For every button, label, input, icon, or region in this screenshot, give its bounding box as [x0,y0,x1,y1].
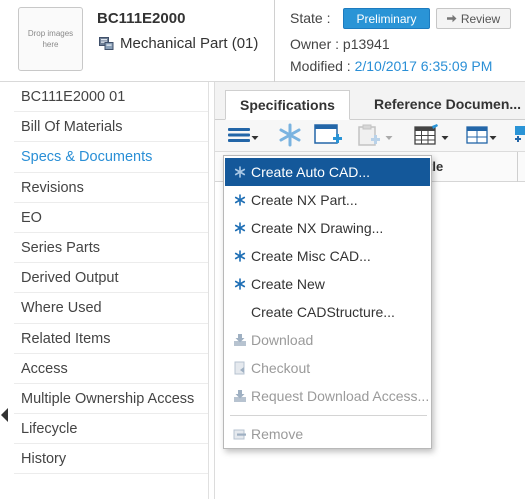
asterisk-icon [233,193,247,207]
sidebar-item-bill-of-materials[interactable]: Bill Of Materials [14,112,208,143]
column-separator[interactable] [517,152,518,182]
actions-menu-button[interactable] [227,123,259,149]
checkout-icon [233,361,247,375]
menu-item-label: Checkout [251,360,311,376]
sidebar-item-revisions[interactable]: Revisions [14,173,208,203]
menu-item-label: Download [251,332,314,348]
menu-item-label: Create New [251,276,325,292]
sidebar-item-multiple-ownership-access[interactable]: Multiple Ownership Access [14,384,208,415]
blank-icon [233,305,247,319]
part-type-label: Mechanical Part (01) [120,35,259,52]
collapse-sidebar-icon[interactable] [1,408,8,422]
menu-item-create-cadstructure[interactable]: Create CADStructure... [225,298,430,326]
toolbar [215,120,525,152]
more-toolbar-button[interactable] [513,123,525,149]
remove-icon [233,427,247,441]
arrow-right-icon [446,12,457,26]
header-divider [274,0,275,82]
asterisk-icon [233,277,247,291]
menu-item-request-download-access[interactable]: Request Download Access... [225,382,430,410]
menu-item-create-auto-cad[interactable]: Create Auto CAD... [225,158,430,186]
table-view-toolbar-button[interactable] [413,123,449,149]
paste-toolbar-button[interactable] [355,123,393,149]
tab-specifications[interactable]: Specifications [225,90,350,120]
tab-reference-documents[interactable]: Reference Documen... [360,90,525,120]
column-layout-toolbar-button[interactable] [465,123,497,149]
modified-label: Modified : [290,58,351,74]
object-header: Drop images here BC111E2000 Mechanical P… [0,0,525,82]
sidebar-item-history[interactable]: History [14,444,208,475]
add-window-toolbar-button[interactable] [313,123,343,149]
drop-images-label: Drop images here [27,29,74,49]
menu-item-label: Create Misc CAD... [251,248,371,264]
chevron-down-icon [385,128,393,144]
sidebar-item-eo[interactable]: EO [14,203,208,233]
table-edit-icon [413,123,441,150]
menu-item-label: Create CADStructure... [251,304,395,320]
image-drop-zone[interactable]: Drop images here [18,7,83,71]
asterisk-icon [233,249,247,263]
modified-row: Modified : 2/10/2017 6:35:09 PM [290,58,492,74]
asterisk-icon [233,221,247,235]
owner-text: Owner : p13941 [290,36,390,52]
sidebar-item-lifecycle[interactable]: Lifecycle [14,414,208,445]
sidebar-item-access[interactable]: Access [14,354,208,384]
tab-bar: Specifications Reference Documen... [215,90,525,120]
asterisk-icon [278,123,302,150]
menu-item-label: Create NX Part... [251,192,358,208]
grid-columns-icon [465,124,489,149]
paste-icon [355,123,385,150]
hamburger-icon [227,126,251,147]
review-button[interactable]: Review [436,8,511,29]
state-label: State : [290,10,331,26]
menu-item-create-misc-cad[interactable]: Create Misc CAD... [225,242,430,270]
menu-item-create-nx-drawing[interactable]: Create NX Drawing... [225,214,430,242]
asterisk-icon [233,165,247,179]
sidebar-item-derived-output[interactable]: Derived Output [14,263,208,294]
chevron-down-icon [489,128,497,144]
sidebar-item-series-parts[interactable]: Series Parts [14,233,208,264]
create-new-toolbar-button[interactable] [278,123,302,149]
review-label: Review [460,11,501,26]
part-type: Mechanical Part (01) [99,35,258,52]
actions-dropdown-menu: Create Auto CAD... Create NX Part... Cre… [223,155,432,449]
menu-item-create-new[interactable]: Create New [225,270,430,298]
state-preliminary-button[interactable]: Preliminary [343,8,430,29]
download-icon [233,389,247,403]
menu-item-label: Request Download Access... [251,388,430,404]
add-document-icon [313,123,343,150]
chevron-down-icon [441,128,449,144]
menu-item-create-nx-part[interactable]: Create NX Part... [225,186,430,214]
mechanical-part-icon [99,37,114,50]
sidebar-item-overview[interactable]: BC111E2000 01 [14,82,208,113]
menu-item-label: Create NX Drawing... [251,220,384,236]
menu-separator [230,415,427,416]
menu-item-download[interactable]: Download [225,326,430,354]
menu-item-checkout[interactable]: Checkout [225,354,430,382]
sidebar-item-where-used[interactable]: Where Used [14,293,208,324]
modified-date-link[interactable]: 2/10/2017 6:35:09 PM [355,58,493,74]
download-icon [233,333,247,347]
state-value: Preliminary [356,11,417,26]
sidebar: BC111E2000 01 Bill Of Materials Specs & … [14,82,209,499]
sidebar-item-specs-documents[interactable]: Specs & Documents [14,142,208,173]
menu-item-remove[interactable]: Remove [225,420,430,448]
menu-item-label: Create Auto CAD... [251,164,371,180]
menu-item-label: Remove [251,426,304,442]
chevron-down-icon [251,128,259,144]
part-number: BC111E2000 [97,10,186,27]
sidebar-item-related-items[interactable]: Related Items [14,324,208,354]
add-row-icon [513,123,525,150]
